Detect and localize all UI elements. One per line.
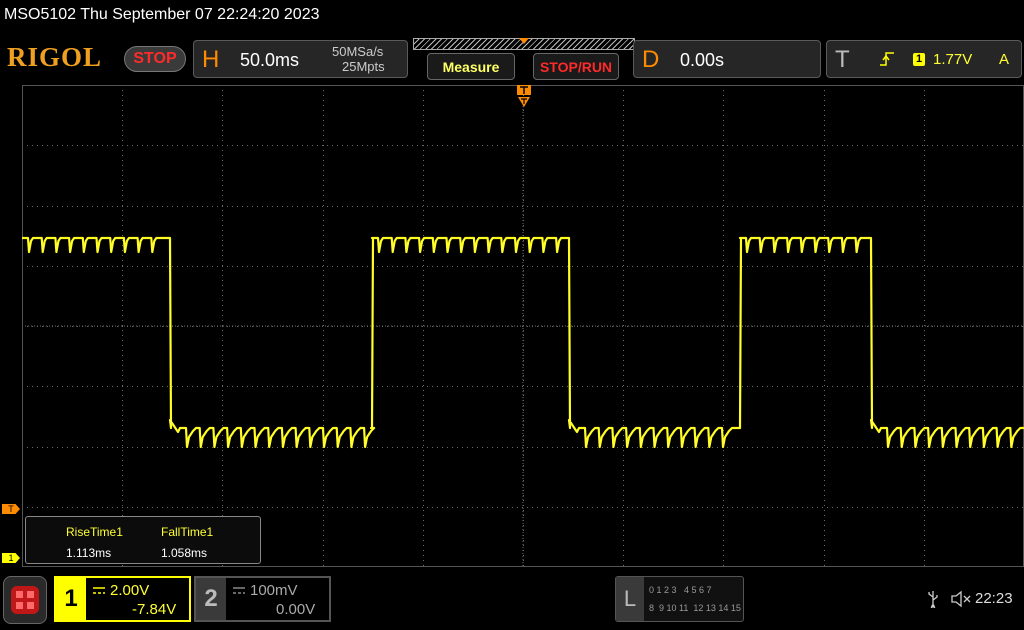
measurement-label: FallTime1 (161, 525, 214, 539)
delay-letter: D (642, 46, 660, 73)
measurement-value: 1.113ms (66, 546, 112, 560)
trigger-level-value: 1.77V (933, 51, 973, 68)
dc-coupling-icon (232, 583, 246, 601)
speaker-muted-icon[interactable] (950, 590, 972, 613)
trigger-source-badge: 1 (913, 53, 925, 66)
clock-time: 22:23 (975, 590, 1013, 607)
ch1-panel[interactable]: 1 2.00V -7.84V (54, 576, 191, 622)
stop-run-button[interactable]: STOP/RUN (533, 53, 619, 80)
logic-channels-row-2: 8 9 10 11 12 13 14 15 (649, 603, 741, 613)
trigger-position-icon (519, 38, 529, 44)
window-title: MSO5102 Thu September 07 22:24:20 2023 (4, 6, 320, 23)
ch1-scale-value: 2.00V (110, 582, 150, 599)
rising-edge-icon (879, 50, 895, 73)
grid-menu-icon (11, 586, 39, 614)
timebase-value: 50.0ms (240, 50, 300, 70)
ch2-scale-value: 100mV (250, 582, 298, 599)
ch1-offset-marker[interactable]: 1 (2, 553, 20, 563)
sample-rate-value: 50MSa/s (332, 44, 384, 59)
memory-depth-value: 25Mpts (342, 59, 385, 74)
measurement-label: RiseTime1 (66, 525, 123, 539)
trigger-panel[interactable]: T 1 1.77V A (826, 40, 1022, 78)
run-state-badge[interactable]: STOP (124, 46, 186, 72)
trigger-mode-value: A (999, 51, 1010, 68)
measurement-value: 1.058ms (161, 546, 208, 560)
logic-letter: L (616, 577, 644, 621)
waveform-display[interactable] (22, 85, 1024, 567)
delay-value: 0.00s (680, 50, 725, 70)
menu-button[interactable] (3, 576, 47, 624)
trigger-letter: T (835, 46, 850, 73)
logic-panel[interactable]: L 0 1 2 3 4 5 6 7 8 9 10 11 12 13 14 15 (615, 576, 744, 622)
ch2-number: 2 (196, 578, 226, 620)
ch2-offset-value: 0.00V (276, 601, 316, 618)
horizontal-panel[interactable]: H 50.0ms 50MSa/s 25Mpts (193, 40, 408, 78)
measure-button[interactable]: Measure (427, 53, 515, 80)
horizontal-letter: H (202, 46, 220, 73)
logic-channels-row-1: 0 1 2 3 4 5 6 7 (649, 585, 712, 595)
ch1-number: 1 (56, 578, 86, 620)
graticule (22, 85, 1024, 567)
trigger-time-marker (516, 85, 532, 114)
usb-icon (927, 590, 939, 613)
delay-panel[interactable]: D 0.00s (633, 40, 821, 78)
rigol-logo: RIGOL (7, 42, 103, 72)
ch2-panel[interactable]: 2 100mV 0.00V (194, 576, 331, 622)
ch1-offset-value: -7.84V (132, 601, 177, 618)
measurement-panel: RiseTime1 1.113ms FallTime1 1.058ms (25, 516, 261, 564)
trigger-level-marker[interactable]: T (2, 504, 20, 514)
dc-coupling-icon (92, 583, 106, 601)
